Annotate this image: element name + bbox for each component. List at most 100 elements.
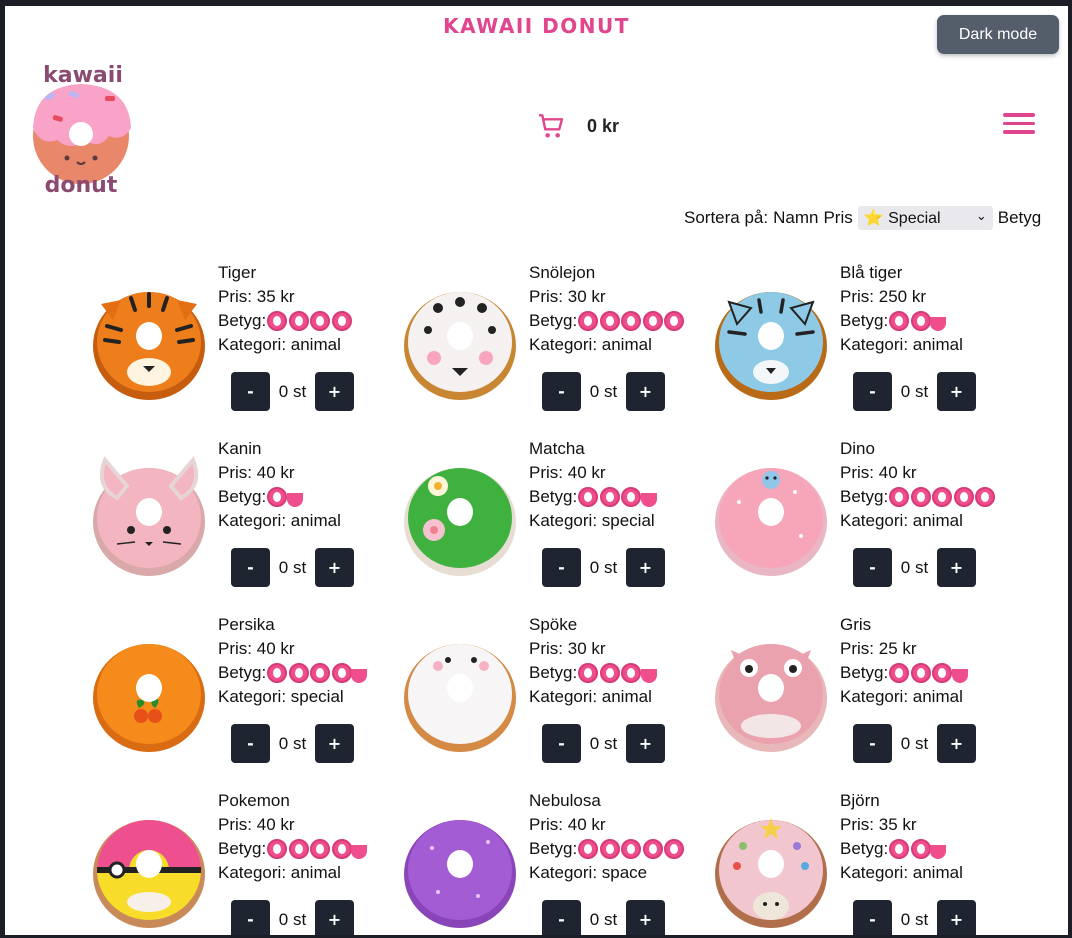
decrease-button[interactable]: - <box>542 900 581 935</box>
increase-button[interactable]: + <box>315 372 354 411</box>
increase-button[interactable]: + <box>626 724 665 763</box>
decrease-button[interactable]: - <box>231 548 270 587</box>
product-rating: Betyg: <box>529 837 686 861</box>
rating-stars <box>889 311 947 331</box>
rating-donut-icon <box>910 487 931 507</box>
rating-stars <box>267 487 303 507</box>
price-value: 30 kr <box>567 287 606 306</box>
category-label: Kategori: <box>529 511 602 530</box>
price-label: Pris: <box>529 815 568 834</box>
product-name: Pokemon <box>218 791 290 810</box>
rating-donut-icon <box>910 663 931 683</box>
decrease-button[interactable]: - <box>542 724 581 763</box>
category-value: special <box>290 687 344 706</box>
rating-donut-icon <box>310 663 331 683</box>
decrease-button[interactable]: - <box>853 548 892 587</box>
quantity-value: 0 st <box>589 733 618 753</box>
price-value: 25 kr <box>878 639 917 658</box>
product-price: Pris: 30 kr <box>529 637 657 661</box>
increase-button[interactable]: + <box>315 548 354 587</box>
rating-donut-icon <box>599 487 620 507</box>
increase-button[interactable]: + <box>937 372 976 411</box>
blue-tiger-donut-image <box>709 280 833 404</box>
price-value: 250 kr <box>878 287 926 306</box>
product-rating: Betyg: <box>218 661 368 685</box>
category-label: Kategori: <box>529 863 602 882</box>
quantity-value: 0 st <box>589 381 618 401</box>
product-name: Kanin <box>218 439 262 458</box>
price-value: 35 kr <box>256 287 295 306</box>
rating-half-donut-icon <box>930 845 947 859</box>
sort-by-name[interactable]: Namn <box>773 208 818 228</box>
ghost-donut-image <box>398 632 522 756</box>
product-category: Kategori: animal <box>840 861 963 885</box>
rating-donut-icon <box>889 839 910 859</box>
decrease-button[interactable]: - <box>542 548 581 587</box>
rating-donut-icon <box>889 663 910 683</box>
product-category: Kategori: animal <box>840 509 997 533</box>
category-label: Kategori: <box>218 511 291 530</box>
product-card: Spöke Pris: 30 kr Betyg: Kategori: anima… <box>398 612 709 788</box>
rating-donut-icon <box>267 839 288 859</box>
product-rating: Betyg: <box>529 309 686 333</box>
category-label: Kategori: <box>218 687 291 706</box>
rating-donut-icon <box>642 839 663 859</box>
product-rating: Betyg: <box>529 485 657 509</box>
decrease-button[interactable]: - <box>853 372 892 411</box>
rating-donut-icon <box>578 311 599 331</box>
rating-donut-icon <box>578 663 599 683</box>
decrease-button[interactable]: - <box>853 724 892 763</box>
price-value: 40 kr <box>256 815 295 834</box>
rating-donut-icon <box>267 663 288 683</box>
quantity-stepper: - 0 st + <box>853 724 976 763</box>
decrease-button[interactable]: - <box>231 900 270 935</box>
quantity-stepper: - 0 st + <box>231 372 354 411</box>
chevron-down-icon: ⌄ <box>975 208 987 223</box>
quantity-value: 0 st <box>589 909 618 929</box>
sort-label: Sortera på: <box>684 208 769 227</box>
product-price: Pris: 40 kr <box>218 813 367 837</box>
cart-icon[interactable] <box>535 110 567 142</box>
category-value: animal <box>912 687 963 706</box>
increase-button[interactable]: + <box>315 724 354 763</box>
menu-icon[interactable] <box>1003 113 1035 135</box>
decrease-button[interactable]: - <box>231 724 270 763</box>
rating-donut-icon <box>910 311 931 331</box>
decrease-button[interactable]: - <box>542 372 581 411</box>
quantity-stepper: - 0 st + <box>853 900 976 935</box>
cart[interactable]: 0 kr <box>535 110 619 142</box>
decrease-button[interactable]: - <box>853 900 892 935</box>
sort-by-price[interactable]: Pris <box>823 208 852 228</box>
category-label: Kategori: <box>840 335 913 354</box>
quantity-value: 0 st <box>278 381 307 401</box>
category-value: animal <box>912 511 963 530</box>
increase-button[interactable]: + <box>626 372 665 411</box>
quantity-stepper: - 0 st + <box>231 900 354 935</box>
matcha-donut-image <box>398 456 522 580</box>
category-select[interactable]: ⭐ Special ⌄ <box>857 206 993 230</box>
dark-mode-button[interactable]: Dark mode <box>937 15 1059 54</box>
site-title: KAWAII DONUT <box>443 14 630 38</box>
product-card: Björn Pris: 35 kr Betyg: Kategori: anima… <box>709 788 1020 935</box>
increase-button[interactable]: + <box>315 900 354 935</box>
quantity-stepper: - 0 st + <box>231 724 354 763</box>
increase-button[interactable]: + <box>937 548 976 587</box>
increase-button[interactable]: + <box>937 724 976 763</box>
rating-label: Betyg: <box>840 487 889 506</box>
product-name: Gris <box>840 615 872 634</box>
product-card: Pokemon Pris: 40 kr Betyg: Kategori: ani… <box>87 788 398 935</box>
product-category: Kategori: animal <box>840 685 968 709</box>
rating-label: Betyg: <box>840 839 889 858</box>
sort-by-rating[interactable]: Betyg <box>998 208 1041 228</box>
category-value: animal <box>290 335 341 354</box>
kawaii-donut-logo[interactable]: kawaii donut <box>25 58 140 198</box>
rating-label: Betyg: <box>840 663 889 682</box>
quantity-value: 0 st <box>900 381 929 401</box>
rating-label: Betyg: <box>529 311 578 330</box>
increase-button[interactable]: + <box>937 900 976 935</box>
increase-button[interactable]: + <box>626 548 665 587</box>
decrease-button[interactable]: - <box>231 372 270 411</box>
rating-donut-icon <box>889 311 910 331</box>
increase-button[interactable]: + <box>626 900 665 935</box>
rating-half-donut-icon <box>951 669 968 683</box>
